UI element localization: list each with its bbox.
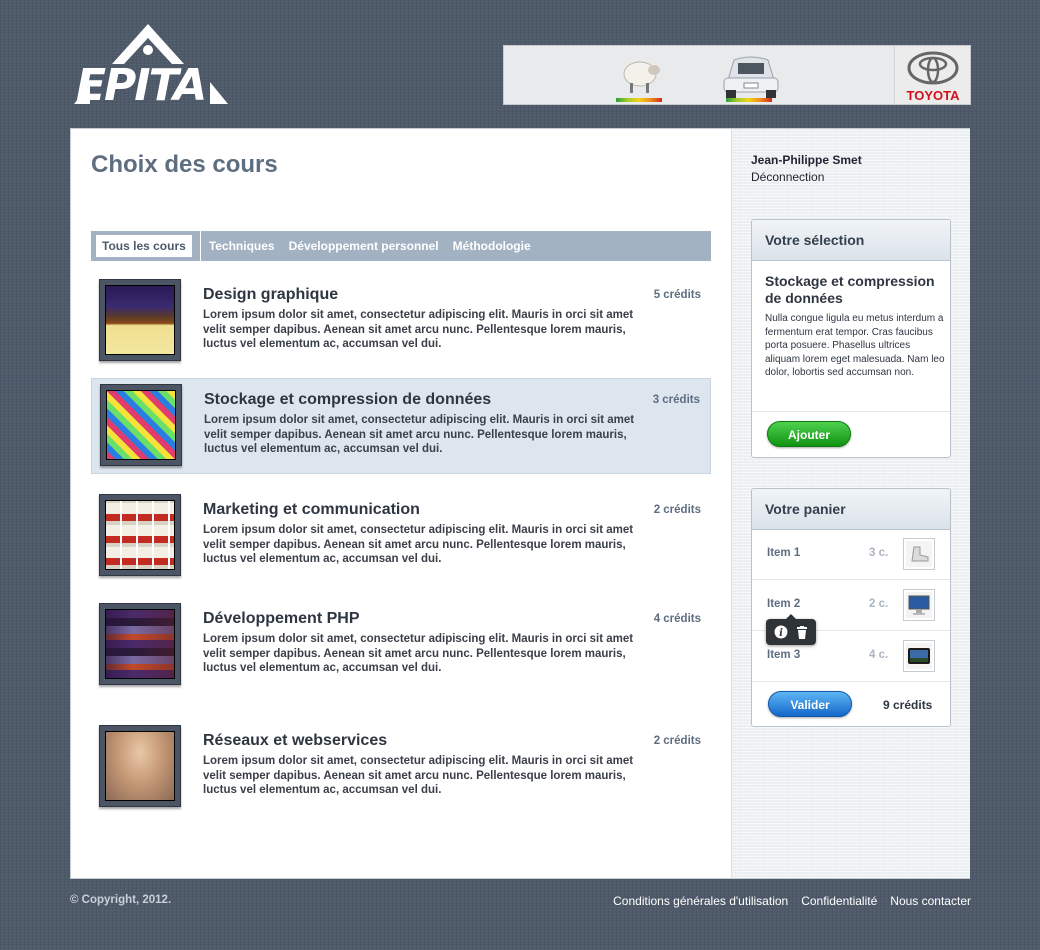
cart-item-actions-tooltip: i	[766, 614, 816, 645]
course-content: Choix des cours Tous les cours Technique…	[71, 129, 731, 878]
sponsor-label: TOYOTA	[906, 88, 960, 103]
cart-item-credits: 4 c.	[869, 649, 889, 661]
course-title: Design graphique	[203, 286, 339, 303]
course-description: Lorem ipsum dolor sit amet, consectetur …	[203, 633, 634, 674]
course-thumbnail	[100, 384, 182, 466]
footer-links: Conditions générales d'utilisation Confi…	[613, 894, 971, 908]
selection-heading: Votre sélection	[752, 220, 950, 261]
divider	[752, 411, 950, 412]
toyota-logo: TOYOTA	[894, 46, 970, 104]
emission-meter-icon	[616, 98, 662, 102]
tab-techniques[interactable]: Techniques	[209, 239, 275, 253]
logo-wordmark: EPITA	[76, 60, 207, 111]
course-title: Développement PHP	[203, 610, 360, 627]
course-description: Lorem ipsum dolor sit amet, consectetur …	[203, 755, 634, 796]
course-title: Réseaux et webservices	[203, 732, 388, 749]
course-item-marketing[interactable]: Marketing et communication Lorem ipsum d…	[91, 489, 711, 585]
sheep-image	[616, 54, 666, 96]
validate-button[interactable]: Valider	[768, 691, 852, 717]
course-credits: 5 crédits	[653, 289, 701, 301]
course-credits: 4 crédits	[653, 613, 701, 625]
add-button[interactable]: Ajouter	[767, 421, 851, 447]
cart-total: 9 crédits	[883, 698, 933, 712]
cart-item-name: Item 1	[767, 547, 801, 559]
terms-link[interactable]: Conditions générales d'utilisation	[613, 894, 788, 908]
course-item-php[interactable]: Développement PHP Lorem ipsum dolor sit …	[91, 598, 711, 694]
copyright: © Copyright, 2012.	[70, 894, 172, 906]
logout-link[interactable]: Déconnection	[751, 170, 824, 184]
sponsor-banner[interactable]: TOYOTA	[503, 45, 971, 105]
course-title: Stockage et compression de données	[204, 391, 492, 408]
cart-item-thumbnail	[903, 640, 935, 672]
tab-personal-development[interactable]: Développement personnel	[289, 239, 439, 253]
trash-icon[interactable]	[794, 624, 810, 640]
course-description: Lorem ipsum dolor sit amet, consectetur …	[204, 414, 635, 455]
course-thumbnail	[99, 603, 181, 685]
course-thumbnail	[99, 725, 181, 807]
course-description: Lorem ipsum dolor sit amet, consectetur …	[203, 524, 634, 565]
category-tabs: Tous les cours Techniques Développement …	[91, 231, 711, 261]
car-image	[716, 50, 786, 100]
privacy-link[interactable]: Confidentialité	[801, 894, 877, 908]
cart-heading: Votre panier	[752, 489, 950, 530]
course-credits: 2 crédits	[653, 504, 701, 516]
selection-description: Nulla congue ligula eu metus interdum a …	[765, 313, 945, 378]
course-description: Lorem ipsum dolor sit amet, consectetur …	[203, 309, 634, 350]
course-credits: 3 crédits	[652, 394, 700, 406]
course-thumbnail	[99, 494, 181, 576]
sidebar: Jean-Philippe Smet Déconnection Votre sé…	[731, 129, 970, 878]
course-item-stockage[interactable]: Stockage et compression de données Lorem…	[91, 378, 711, 474]
tab-all-courses[interactable]: Tous les cours	[96, 235, 192, 257]
cart-item[interactable]: Item 1 3 c.	[752, 529, 950, 580]
epita-logo[interactable]: EPITA	[70, 24, 230, 111]
page-title: Choix des cours	[91, 151, 278, 178]
cart-item-thumbnail	[903, 589, 935, 621]
contact-link[interactable]: Nous contacter	[890, 894, 971, 908]
info-icon[interactable]: i	[773, 624, 789, 640]
course-credits: 2 crédits	[653, 735, 701, 747]
cart-item-credits: 3 c.	[869, 547, 889, 559]
selection-title: Stockage et compression de données	[765, 273, 935, 306]
tab-divider	[199, 231, 201, 261]
user-name: Jean-Philippe Smet	[751, 153, 862, 167]
course-thumbnail	[99, 279, 181, 361]
cart-item-credits: 2 c.	[869, 598, 889, 610]
emission-meter-icon	[726, 98, 772, 102]
selection-panel: Votre sélection Stockage et compression …	[751, 219, 951, 458]
cart-panel: Votre panier Item 1 3 c. Item 2 2 c. Ite…	[751, 488, 951, 727]
main-panel: Choix des cours Tous les cours Technique…	[70, 128, 970, 879]
cart-item-thumbnail	[903, 538, 935, 570]
course-item-reseaux[interactable]: Réseaux et webservices Lorem ipsum dolor…	[91, 720, 711, 816]
tab-methodology[interactable]: Méthodologie	[453, 239, 531, 253]
cart-item-name: Item 2	[767, 598, 801, 610]
course-item-design-graphique[interactable]: Design graphique Lorem ipsum dolor sit a…	[91, 274, 711, 370]
cart-item-name: Item 3	[767, 649, 801, 661]
course-title: Marketing et communication	[203, 501, 420, 518]
svg-text:i: i	[779, 628, 783, 639]
